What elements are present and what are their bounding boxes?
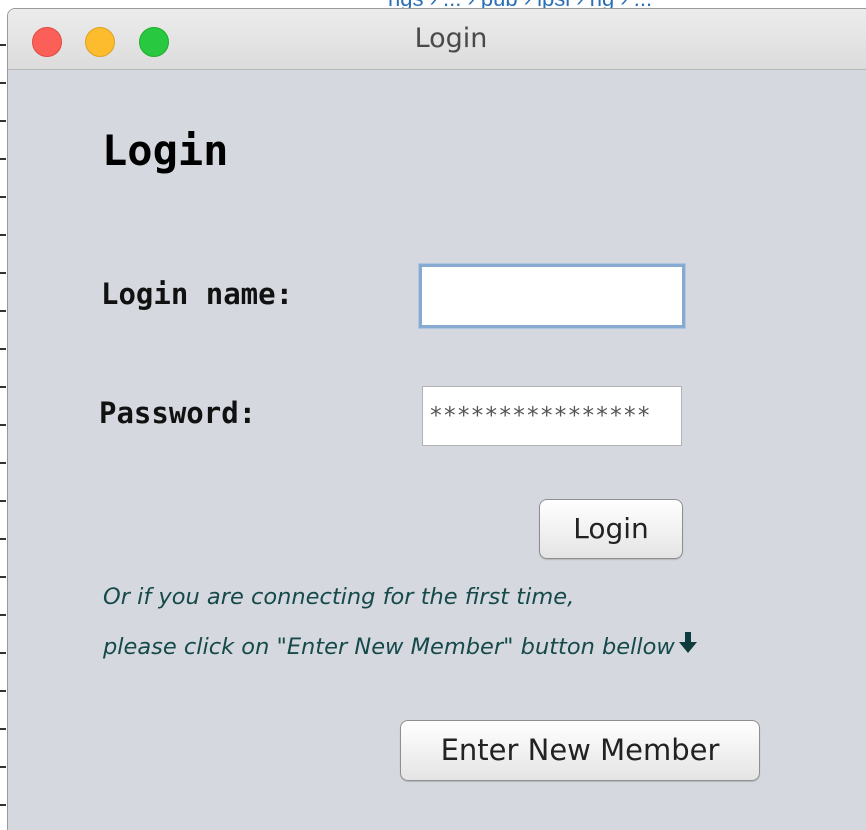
background-link-text: ngs › ... › pub › lpsi › ng › ... [388, 0, 866, 8]
title-bar[interactable]: Login [8, 9, 866, 70]
password-field[interactable] [422, 386, 682, 446]
login-window: Login Login Login name: Password: Login … [7, 8, 866, 830]
hint-line-1: Or if you are connecting for the first t… [103, 584, 575, 610]
enter-new-member-button[interactable]: Enter New Member [400, 720, 760, 781]
window-title: Login [414, 23, 488, 54]
minimize-button[interactable] [85, 27, 115, 57]
background-window-edge [0, 8, 6, 830]
arrow-down-icon [678, 631, 697, 660]
login-name-label: Login name: [101, 277, 294, 311]
login-button[interactable]: Login [539, 499, 683, 559]
login-name-field[interactable] [419, 264, 685, 328]
hint-line-2-text: please click on "Enter New Member" butto… [103, 634, 675, 660]
screen: ngs › ... › pub › lpsi › ng › ... Login … [0, 0, 866, 830]
zoom-button[interactable] [139, 27, 169, 57]
close-button[interactable] [32, 27, 62, 57]
hint-line-2: please click on "Enter New Member" butto… [103, 631, 697, 660]
page-title: Login [102, 126, 229, 175]
password-label: Password: [99, 396, 257, 430]
